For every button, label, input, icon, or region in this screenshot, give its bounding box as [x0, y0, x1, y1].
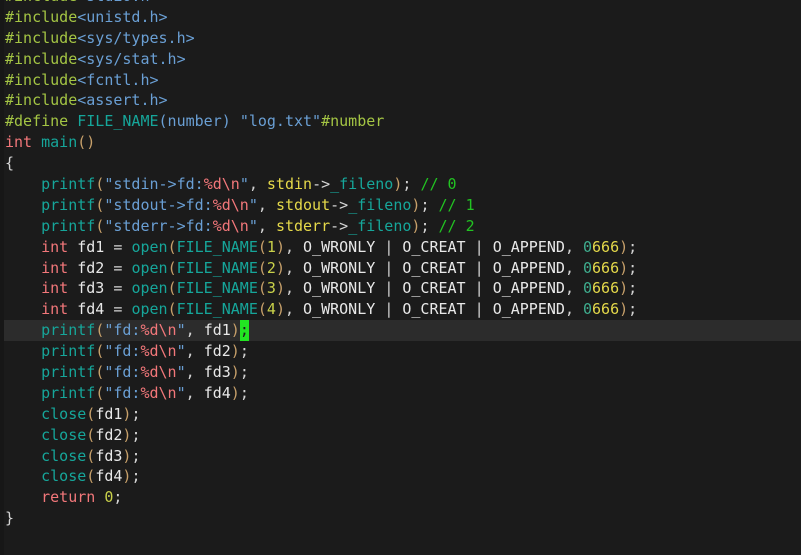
code-line[interactable]: close(fd1); — [0, 404, 801, 425]
code-editor[interactable]: #include<stdio.h>#include<unistd.h>#incl… — [0, 0, 801, 555]
code-line[interactable]: { — [0, 153, 801, 174]
code-line[interactable]: printf("stdout->fd:%d\n", stdout->_filen… — [0, 195, 801, 216]
code-line-current[interactable]: printf("fd:%d\n", fd1); — [0, 320, 801, 341]
code-line[interactable]: printf("fd:%d\n", fd3); — [0, 362, 801, 383]
code-line[interactable]: #include<stdio.h> — [0, 0, 801, 7]
code-line[interactable]: #define FILE_NAME(number) "log.txt"#numb… — [0, 111, 801, 132]
code-line[interactable]: int fd1 = open(FILE_NAME(1), O_WRONLY | … — [0, 237, 801, 258]
code-line[interactable]: #include<fcntl.h> — [0, 70, 801, 91]
code-line[interactable]: close(fd3); — [0, 446, 801, 467]
code-line[interactable]: printf("stdin->fd:%d\n", stdin->_fileno)… — [0, 174, 801, 195]
code-line[interactable]: #include<assert.h> — [0, 90, 801, 111]
code-line[interactable]: #include<sys/stat.h> — [0, 49, 801, 70]
code-line[interactable]: printf("fd:%d\n", fd4); — [0, 383, 801, 404]
code-line[interactable]: close(fd2); — [0, 425, 801, 446]
code-line[interactable]: int fd4 = open(FILE_NAME(4), O_WRONLY | … — [0, 299, 801, 320]
fold-gutter-strip — [0, 0, 4, 555]
code-line[interactable]: #include<unistd.h> — [0, 7, 801, 28]
code-line[interactable]: int fd3 = open(FILE_NAME(3), O_WRONLY | … — [0, 278, 801, 299]
code-content[interactable]: #include<stdio.h>#include<unistd.h>#incl… — [0, 0, 801, 529]
code-line[interactable]: close(fd4); — [0, 466, 801, 487]
code-line[interactable]: return 0; — [0, 487, 801, 508]
code-line[interactable]: #include<sys/types.h> — [0, 28, 801, 49]
text-cursor: ; — [240, 320, 249, 341]
code-line[interactable]: int main() — [0, 132, 801, 153]
code-line[interactable]: printf("fd:%d\n", fd2); — [0, 341, 801, 362]
code-line[interactable]: printf("stderr->fd:%d\n", stderr->_filen… — [0, 216, 801, 237]
code-line[interactable]: int fd2 = open(FILE_NAME(2), O_WRONLY | … — [0, 258, 801, 279]
code-line[interactable]: } — [0, 508, 801, 529]
